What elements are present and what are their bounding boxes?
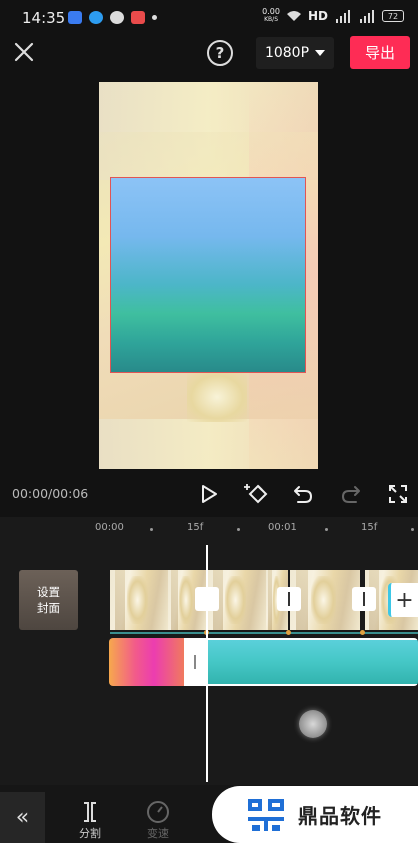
caret-down-icon: [315, 50, 326, 56]
status-bar: 14:35 0.00 KB/S HD 72: [0, 0, 418, 34]
watermark-logo-icon: [248, 798, 284, 831]
watermark-badge: 鼎品软件: [212, 786, 418, 843]
cover-label-line1: 设置: [37, 585, 60, 599]
close-icon[interactable]: [12, 40, 36, 64]
signal-1-icon: [336, 9, 350, 23]
net-speed: 0.00 KB/S: [262, 8, 280, 24]
playback-time: 00:00/00:06: [12, 486, 89, 501]
help-button[interactable]: ?: [207, 40, 233, 66]
fullscreen-icon[interactable]: [386, 482, 410, 506]
notification-dot-icon: [152, 15, 157, 20]
overlay-sticker[interactable]: [110, 177, 306, 373]
playback-controls: 00:00/00:06: [0, 478, 418, 510]
plus-icon: +: [395, 587, 414, 613]
overlay-track[interactable]: [109, 638, 418, 686]
play-icon[interactable]: [197, 482, 221, 506]
set-cover-button[interactable]: 设置 封面: [19, 570, 78, 630]
wechat-icon: [110, 11, 124, 24]
qq-icon: [89, 11, 103, 24]
overlay-trim-handle[interactable]: [184, 638, 206, 686]
speed-icon: [147, 801, 169, 823]
playhead[interactable]: [206, 545, 208, 782]
keyframe-icon[interactable]: [241, 482, 271, 506]
preview-figure: [187, 372, 247, 422]
status-time: 14:35: [22, 9, 66, 27]
watermark-text: 鼎品软件: [298, 804, 382, 828]
ruler-tick: [237, 528, 240, 531]
help-icon: ?: [215, 44, 225, 62]
battery-level: 72: [387, 11, 399, 21]
time-ruler: 00:00 15f 00:01 15f: [0, 517, 418, 539]
resolution-value: 1080P: [264, 45, 310, 61]
export-button[interactable]: 导出: [350, 36, 410, 69]
battery-icon: 72: [382, 10, 404, 22]
ruler-tick: [325, 528, 328, 531]
ruler-label: 00:00: [95, 522, 124, 533]
video-preview[interactable]: [99, 82, 318, 469]
split-label: 分割: [79, 827, 101, 840]
speed-tool[interactable]: 变速: [138, 799, 178, 841]
speed-label: 变速: [147, 827, 169, 840]
resolution-dropdown[interactable]: 1080P: [256, 37, 334, 69]
beat-marker: [286, 630, 291, 635]
ruler-label: 00:01: [268, 522, 297, 533]
toolbar-back-button[interactable]: «: [0, 792, 45, 843]
ruler-label: 15f: [361, 522, 378, 533]
net-speed-unit: KB/S: [264, 16, 279, 23]
signal-2-icon: [360, 9, 374, 23]
clip-thumbnail: [110, 570, 168, 630]
add-clip-button[interactable]: +: [388, 583, 418, 617]
split-tool[interactable]: 分割: [70, 799, 110, 841]
undo-icon[interactable]: [291, 482, 315, 506]
overlay-clip-gradient: [109, 638, 184, 686]
transition-button[interactable]: [352, 587, 376, 611]
ruler-tick: [411, 528, 414, 531]
floating-assist-button[interactable]: [299, 710, 327, 738]
net-speed-value: 0.00: [262, 7, 280, 16]
status-right: 0.00 KB/S HD 72: [262, 8, 404, 24]
app-notification-icon: [68, 11, 82, 24]
editor-topbar: ? 1080P 导出: [0, 34, 418, 70]
audio-line: [110, 632, 418, 634]
double-chevron-left-icon: «: [15, 805, 30, 830]
ruler-label: 15f: [187, 522, 204, 533]
app-icon: [131, 11, 145, 24]
split-icon: [84, 802, 96, 822]
redo-icon[interactable]: [339, 482, 363, 506]
beat-marker: [360, 630, 365, 635]
transition-button[interactable]: [277, 587, 301, 611]
cover-label-line2: 封面: [37, 601, 60, 615]
ruler-tick: [150, 528, 153, 531]
main-video-track[interactable]: [110, 570, 418, 630]
hd-label: HD: [307, 9, 328, 23]
overlay-clip-selected[interactable]: [206, 638, 418, 686]
wifi-icon: [286, 11, 301, 21]
